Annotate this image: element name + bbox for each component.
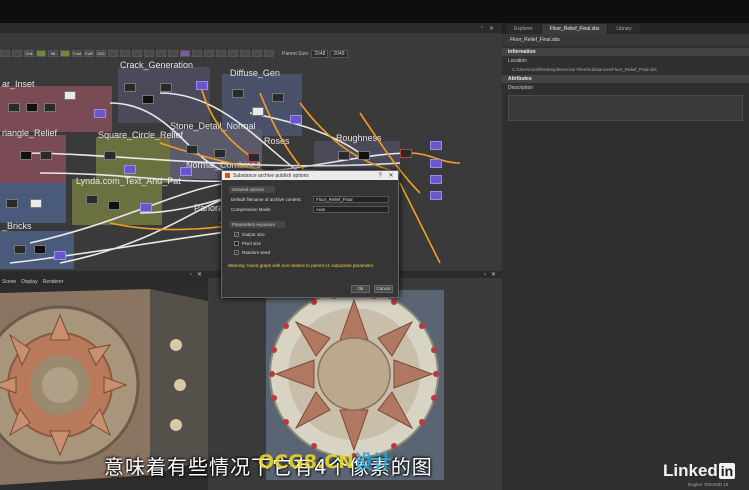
graph-node[interactable] xyxy=(44,103,56,112)
graph-node[interactable] xyxy=(430,175,442,184)
graph-node[interactable] xyxy=(140,203,152,212)
graph-node[interactable] xyxy=(252,107,264,116)
graph-node[interactable] xyxy=(26,103,38,112)
panel-undock-icon[interactable]: ▫ xyxy=(190,272,192,278)
warning-message: Warning: found graph with non relative t… xyxy=(228,263,375,268)
filename-label: Default filename of archive content: xyxy=(231,197,302,202)
graph-node[interactable] xyxy=(86,195,98,204)
video-top-bar xyxy=(0,0,749,23)
menu-display[interactable]: Display xyxy=(21,279,37,285)
close-icon[interactable]: ✕ xyxy=(387,172,395,179)
checkbox-label: Output size xyxy=(242,232,265,237)
graph-node[interactable] xyxy=(272,93,284,102)
graph-node[interactable] xyxy=(6,199,18,208)
section-attributes[interactable]: Attributes xyxy=(502,75,749,83)
graph-node[interactable] xyxy=(180,167,192,176)
3d-view-menu: Scene Display Renderer xyxy=(0,278,208,285)
checkbox-box[interactable]: ✓ xyxy=(234,250,239,255)
graph-node[interactable] xyxy=(64,91,76,100)
substance-logo-icon xyxy=(225,173,230,178)
graph-node[interactable] xyxy=(400,149,412,158)
properties-tabs: Explorer Floor_Relief_Final.sbs Library xyxy=(502,23,749,34)
compression-row: Compression Mode: Auto xyxy=(231,206,389,213)
checkbox-random-seed[interactable]: ✓ Random seed xyxy=(234,250,386,255)
dialog-buttons: Ok Cancel xyxy=(351,285,393,293)
3d-view-titlebar: ▫ ✕ xyxy=(0,271,208,278)
graph-node[interactable] xyxy=(20,151,32,160)
graph-node[interactable] xyxy=(124,83,136,92)
graph-node[interactable] xyxy=(430,141,442,150)
parameters-exposure-header: Parameters exposure xyxy=(229,221,285,228)
section-information[interactable]: Information xyxy=(502,48,749,56)
dialog-title: Substance archive publish options xyxy=(233,172,309,179)
graph-node[interactable] xyxy=(430,159,442,168)
filename-input[interactable]: Floor_Relief_Final xyxy=(313,196,389,203)
panel-undock-icon[interactable]: ▫ xyxy=(484,272,486,278)
location-label: Location xyxy=(508,58,527,64)
panel-close-icon[interactable]: ✕ xyxy=(197,271,202,278)
ok-button[interactable]: Ok xyxy=(351,285,370,293)
graph-node[interactable] xyxy=(142,95,154,104)
checkbox-box[interactable]: ✓ xyxy=(234,232,239,237)
logo-box: in xyxy=(718,463,736,479)
graph-node[interactable] xyxy=(248,153,260,162)
checkbox-output-size[interactable]: ✓ Output size xyxy=(234,232,386,237)
description-label: Description xyxy=(508,85,534,91)
checkbox-box[interactable] xyxy=(234,241,239,246)
graph-node[interactable] xyxy=(34,245,46,254)
tab-floor-relief-final[interactable]: Floor_Relief_Final.sbs xyxy=(541,24,608,34)
graph-node[interactable] xyxy=(108,201,120,210)
graph-node[interactable] xyxy=(338,151,350,160)
watermark-text-a: OCG8.CN xyxy=(258,451,354,473)
graph-node[interactable] xyxy=(196,81,208,90)
description-field[interactable] xyxy=(508,95,743,121)
linkedin-logo: Linked in xyxy=(663,461,736,481)
graph-node[interactable] xyxy=(160,83,172,92)
graph-node[interactable] xyxy=(430,191,442,200)
graph-node[interactable] xyxy=(232,89,244,98)
logo-text: Linked xyxy=(663,461,718,480)
cancel-button[interactable]: Cancel xyxy=(374,285,393,293)
graph-node[interactable] xyxy=(40,151,52,160)
general-options-header: General options xyxy=(229,186,275,193)
menu-renderer[interactable]: Renderer xyxy=(43,279,64,285)
filename-row: Default filename of archive content: Flo… xyxy=(231,196,389,203)
graph-node[interactable] xyxy=(54,251,66,260)
properties-file-name: Floor_Relief_Final.sbs xyxy=(502,34,749,46)
compression-label: Compression Mode: xyxy=(231,207,272,212)
publish-options-dialog: Substance archive publish options ? ✕ Ge… xyxy=(221,170,399,298)
checkbox-pixel-size[interactable]: Pixel size xyxy=(234,241,386,246)
graph-node[interactable] xyxy=(358,151,370,160)
site-watermark: OCG8.CN设计 xyxy=(258,447,392,474)
dialog-titlebar: Substance archive publish options ? ✕ xyxy=(222,171,398,180)
location-value: C:/Users/Joel/Desktop/Exercise Files/Sub… xyxy=(512,67,657,72)
graph-node[interactable] xyxy=(30,199,42,208)
graph-node[interactable] xyxy=(14,245,26,254)
checkbox-label: Pixel size xyxy=(242,241,262,246)
graph-node[interactable] xyxy=(104,151,116,160)
graph-node[interactable] xyxy=(290,115,302,124)
graph-node[interactable] xyxy=(8,103,20,112)
panel-close-icon[interactable]: ✕ xyxy=(491,271,496,278)
engine-status: Engine: Direct3D 10 xyxy=(688,482,729,487)
tab-explorer[interactable]: Explorer xyxy=(506,24,541,34)
graph-node[interactable] xyxy=(214,149,226,158)
tab-library[interactable]: Library xyxy=(608,24,640,34)
graph-node[interactable] xyxy=(124,165,136,174)
watermark-text-b: 设计 xyxy=(353,451,392,473)
properties-panel: Explorer Floor_Relief_Final.sbs Library … xyxy=(502,23,749,490)
graph-node[interactable] xyxy=(94,109,106,118)
help-icon[interactable]: ? xyxy=(376,173,384,179)
checkbox-label: Random seed xyxy=(242,250,271,255)
compression-select[interactable]: Auto xyxy=(313,206,389,213)
graph-node[interactable] xyxy=(186,145,198,154)
menu-scene[interactable]: Scene xyxy=(2,279,16,285)
